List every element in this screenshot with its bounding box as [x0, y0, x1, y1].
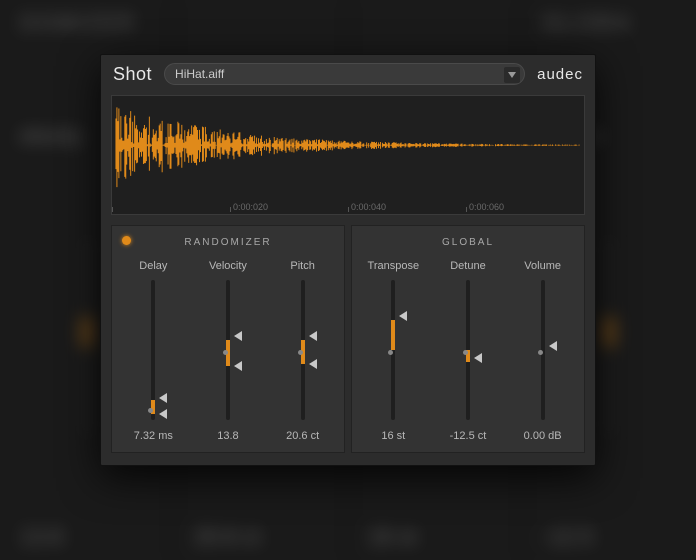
- range-bottom-handle-icon[interactable]: [309, 359, 317, 369]
- slider-value: 7.32 ms: [134, 430, 173, 442]
- center-dot-icon: [298, 350, 303, 355]
- slider-value: 16 st: [381, 430, 405, 442]
- waveform-icon: [112, 96, 584, 214]
- center-dot-icon: [388, 350, 393, 355]
- brand-logo: audec: [537, 66, 583, 83]
- range-top-handle-icon[interactable]: [159, 393, 167, 403]
- value-handle-icon[interactable]: [549, 341, 557, 351]
- slider-track[interactable]: [466, 280, 470, 420]
- center-dot-icon: [538, 350, 543, 355]
- range-top-handle-icon[interactable]: [234, 331, 242, 341]
- slider-track[interactable]: [226, 280, 230, 420]
- global-slider-detune: Detune -12.5 ct: [438, 260, 498, 442]
- file-dropdown[interactable]: HiHat.aiff: [164, 63, 525, 85]
- slider-label: Pitch: [290, 260, 314, 272]
- randomizer-slider-delay: Delay 7.32 ms: [123, 260, 183, 442]
- range-bottom-handle-icon[interactable]: [159, 409, 167, 419]
- header: Shot HiHat.aiff audec: [101, 55, 595, 93]
- randomizer-led[interactable]: [122, 236, 131, 245]
- time-axis: 0:00:020 0:00:040 0:00:060: [112, 202, 584, 212]
- slider-label: Transpose: [368, 260, 420, 272]
- slider-value: -12.5 ct: [450, 430, 487, 442]
- slider-value: 0.00 dB: [524, 430, 562, 442]
- global-slider-volume: Volume 0.00 dB: [513, 260, 573, 442]
- randomizer-slider-velocity: Velocity 13.8: [198, 260, 258, 442]
- randomizer-slider-pitch: Pitch 20.6 ct: [273, 260, 333, 442]
- chevron-down-icon: [504, 67, 520, 83]
- global-title: GLOBAL: [442, 237, 494, 248]
- file-name: HiHat.aiff: [175, 67, 224, 81]
- slider-track[interactable]: [541, 280, 545, 420]
- global-slider-transpose: Transpose 16 st: [363, 260, 423, 442]
- value-handle-icon[interactable]: [399, 311, 407, 321]
- slider-track[interactable]: [151, 280, 155, 420]
- range-top-handle-icon[interactable]: [309, 331, 317, 341]
- slider-label: Velocity: [209, 260, 247, 272]
- slider-label: Detune: [450, 260, 485, 272]
- slider-track[interactable]: [301, 280, 305, 420]
- plugin-window: Shot HiHat.aiff audec 0:00:020 0:00:040 …: [100, 54, 596, 466]
- randomizer-title: RANDOMIZER: [184, 237, 271, 248]
- slider-label: Delay: [139, 260, 167, 272]
- range-bottom-handle-icon[interactable]: [234, 361, 242, 371]
- center-dot-icon: [463, 350, 468, 355]
- plugin-title: Shot: [113, 64, 152, 85]
- slider-track[interactable]: [391, 280, 395, 420]
- global-panel: GLOBAL Transpose 16 st Detune -12.5 ct Volum…: [351, 225, 585, 453]
- waveform-display[interactable]: 0:00:020 0:00:040 0:00:060: [111, 95, 585, 215]
- slider-label: Volume: [524, 260, 561, 272]
- randomizer-panel: RANDOMIZER Delay 7.32 ms Velocity 13.8 Pitch…: [111, 225, 345, 453]
- slider-value: 13.8: [217, 430, 238, 442]
- value-handle-icon[interactable]: [474, 353, 482, 363]
- panels: RANDOMIZER Delay 7.32 ms Velocity 13.8 Pitch…: [101, 221, 595, 465]
- center-dot-icon: [223, 350, 228, 355]
- slider-value: 20.6 ct: [286, 430, 319, 442]
